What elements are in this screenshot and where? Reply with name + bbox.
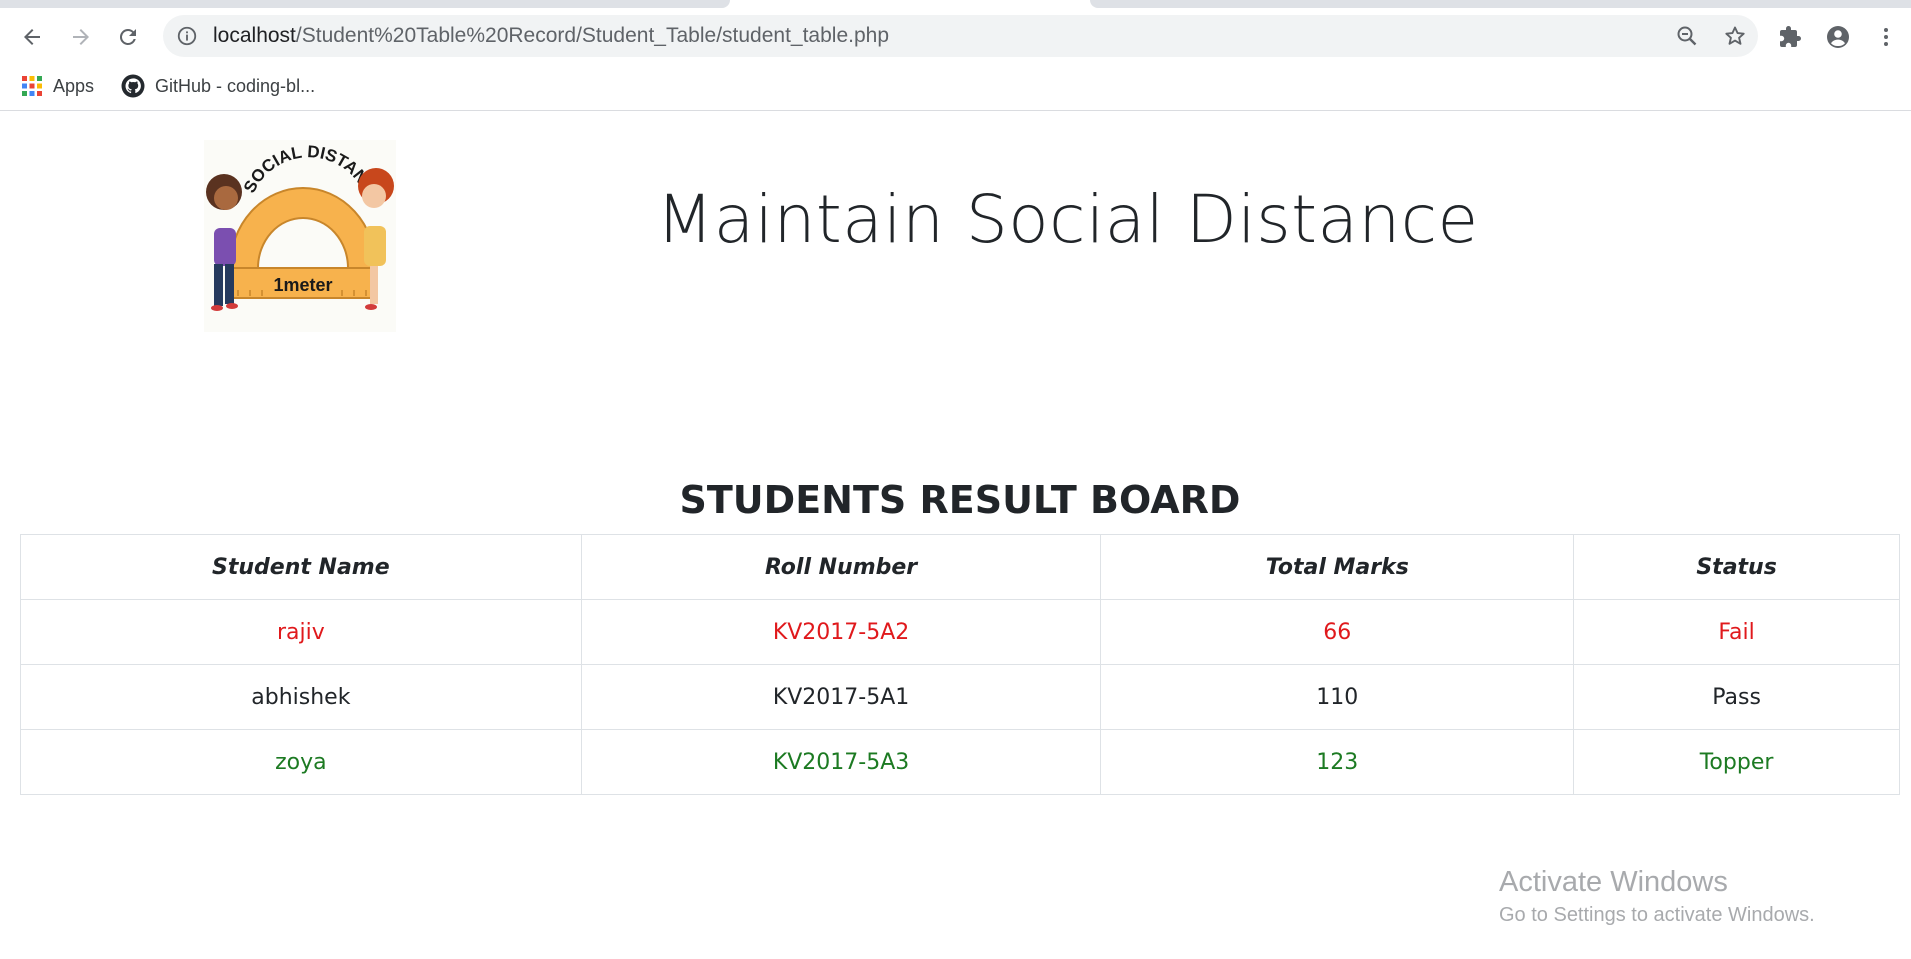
tab-edge-left[interactable] xyxy=(0,0,730,8)
table-row: abhishek KV2017-5A1 110 Pass xyxy=(20,664,1900,730)
cell-student-name: zoya xyxy=(20,729,582,795)
cell-status: Fail xyxy=(1573,599,1900,665)
address-bar[interactable]: localhost/Student%20Table%20Record/Stude… xyxy=(163,15,1758,57)
menu-button[interactable] xyxy=(1868,19,1904,55)
cell-status: Topper xyxy=(1573,729,1900,795)
reload-button[interactable] xyxy=(110,19,146,55)
bookmark-apps-label: Apps xyxy=(53,75,95,96)
account-circle-icon xyxy=(1827,26,1849,48)
cell-total-marks: 123 xyxy=(1100,729,1575,795)
forward-button[interactable] xyxy=(63,19,99,55)
results-table: Student Name Roll Number Total Marks Sta… xyxy=(20,534,1900,795)
apps-grid-icon xyxy=(22,76,42,96)
bookmark-star-icon[interactable] xyxy=(1722,23,1748,49)
cell-total-marks: 66 xyxy=(1100,599,1575,665)
zoom-icon[interactable] xyxy=(1674,23,1700,49)
back-button[interactable] xyxy=(14,19,50,55)
bookmark-github[interactable]: GitHub - coding-bl... xyxy=(121,72,315,100)
bookmark-github-label: GitHub - coding-bl... xyxy=(155,75,316,96)
table-row: zoya KV2017-5A3 123 Topper xyxy=(20,729,1900,795)
github-icon xyxy=(121,74,145,98)
cell-student-name: abhishek xyxy=(20,664,582,730)
cell-roll-number: KV2017-5A1 xyxy=(580,664,1102,730)
tab-strip xyxy=(0,0,1911,12)
page-heading: Maintain Social Distance xyxy=(656,181,1479,258)
watermark-subtitle: Go to Settings to activate Windows. xyxy=(1499,904,1815,926)
more-vert-icon xyxy=(1884,28,1888,46)
url-host: localhost xyxy=(213,24,296,47)
arrow-right-icon xyxy=(73,29,89,45)
browser-toolbar: localhost/Student%20Table%20Record/Stude… xyxy=(0,12,1911,62)
header-total-marks: Total Marks xyxy=(1100,534,1575,600)
cell-roll-number: KV2017-5A2 xyxy=(580,599,1102,665)
table-row: rajiv KV2017-5A2 66 Fail xyxy=(20,599,1900,665)
social-distancing-logo: SOCIAL DISTANCING 1meter xyxy=(193,121,400,336)
cell-status: Pass xyxy=(1573,664,1900,730)
cell-total-marks: 110 xyxy=(1100,664,1575,730)
site-info-icon[interactable] xyxy=(175,24,199,48)
reload-icon xyxy=(119,28,136,45)
activate-windows-watermark: Activate Windows Go to Settings to activ… xyxy=(1499,864,1815,930)
logo-ruler-text: 1meter xyxy=(273,275,332,295)
watermark-title: Activate Windows xyxy=(1499,866,1728,898)
header-student-name: Student Name xyxy=(20,534,582,600)
profile-button[interactable] xyxy=(1820,19,1856,55)
extensions-button[interactable] xyxy=(1772,19,1808,55)
header-status: Status xyxy=(1573,534,1900,600)
arrow-left-icon xyxy=(24,29,40,45)
board-title: STUDENTS RESULT BOARD xyxy=(679,478,1241,522)
cell-roll-number: KV2017-5A3 xyxy=(580,729,1102,795)
url-text[interactable]: localhost/Student%20Table%20Record/Stude… xyxy=(213,25,889,47)
url-path: /Student%20Table%20Record/Student_Table/… xyxy=(295,24,889,47)
tab-edge-right[interactable] xyxy=(1090,0,1911,8)
bookmark-apps[interactable]: Apps xyxy=(21,72,94,100)
puzzle-icon xyxy=(1780,26,1801,47)
cell-student-name: rajiv xyxy=(20,599,582,665)
table-header-row: Student Name Roll Number Total Marks Sta… xyxy=(20,534,1900,600)
header-roll-number: Roll Number xyxy=(580,534,1102,600)
bookmarks-bar: Apps GitHub - coding-bl... xyxy=(0,62,1911,111)
